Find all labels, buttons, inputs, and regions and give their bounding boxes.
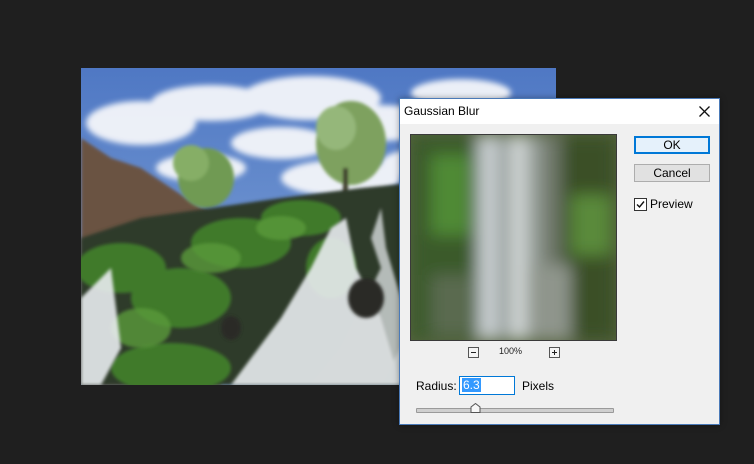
ok-button[interactable]: OK [634,136,710,154]
blur-preview-pane[interactable] [410,134,617,341]
units-label: Pixels [522,379,555,393]
radius-slider-track[interactable] [416,408,614,413]
slider-thumb-icon[interactable] [470,403,481,413]
close-icon [698,106,710,117]
dialog-titlebar[interactable]: Gaussian Blur [400,99,719,124]
preview-checkbox[interactable] [634,197,647,211]
radius-value: 6.3 [462,378,481,392]
checkmark-icon [636,200,645,208]
zoom-out-icon [471,352,476,353]
dialog-title: Gaussian Blur [404,104,480,118]
close-button[interactable] [689,99,719,124]
preview-label: Preview [650,197,693,211]
gaussian-blur-dialog: Gaussian Blur 100% OK Cancel Preview Rad… [399,98,720,425]
cancel-button[interactable]: Cancel [634,164,710,182]
zoom-level-text: 100% [499,346,523,356]
zoom-in-icon [552,350,557,355]
zoom-out-button[interactable] [468,347,479,358]
radius-label: Radius: [416,379,457,393]
preview-zoom-controls: 100% [466,346,566,359]
radius-input[interactable]: 6.3 [459,376,515,395]
zoom-in-button[interactable] [549,347,560,358]
preview-checkbox-row[interactable]: Preview [634,197,693,211]
